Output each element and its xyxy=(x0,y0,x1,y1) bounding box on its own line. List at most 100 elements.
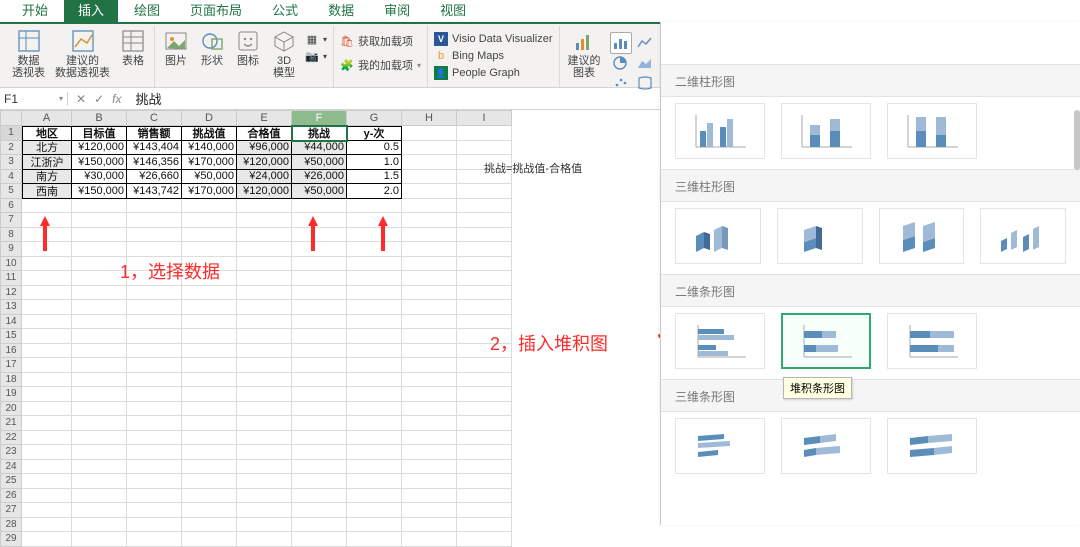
row-header[interactable]: 14 xyxy=(0,315,22,330)
cell[interactable] xyxy=(237,373,292,388)
cell[interactable] xyxy=(402,170,457,185)
cell[interactable] xyxy=(457,445,512,460)
column-chart-dropdown[interactable] xyxy=(610,32,632,54)
cell[interactable] xyxy=(402,358,457,373)
cell[interactable] xyxy=(72,373,127,388)
cell[interactable]: ¥120,000 xyxy=(237,184,292,199)
row-header[interactable]: 21 xyxy=(0,416,22,431)
chart-stacked-column[interactable] xyxy=(781,103,871,159)
chart-clustered-bar[interactable] xyxy=(675,313,765,369)
cell[interactable] xyxy=(347,213,402,228)
row-header[interactable]: 3 xyxy=(0,155,22,170)
tab-view[interactable]: 视图 xyxy=(426,0,480,22)
cell[interactable] xyxy=(347,358,402,373)
cell[interactable] xyxy=(237,431,292,446)
cell[interactable] xyxy=(127,460,182,475)
cell[interactable] xyxy=(402,329,457,344)
cell[interactable] xyxy=(72,474,127,489)
cell[interactable] xyxy=(292,460,347,475)
cell[interactable] xyxy=(237,199,292,214)
cell[interactable] xyxy=(292,431,347,446)
cell[interactable] xyxy=(292,300,347,315)
column-header[interactable]: H xyxy=(402,110,457,126)
cell[interactable]: ¥170,000 xyxy=(182,155,237,170)
cell[interactable] xyxy=(237,532,292,547)
cell[interactable] xyxy=(457,532,512,547)
cell[interactable] xyxy=(347,257,402,272)
cell[interactable]: 1.5 xyxy=(347,170,402,185)
row-header[interactable]: 23 xyxy=(0,445,22,460)
cell[interactable] xyxy=(182,489,237,504)
cell[interactable] xyxy=(347,460,402,475)
cell[interactable]: ¥143,742 xyxy=(127,184,182,199)
cell[interactable] xyxy=(237,460,292,475)
confirm-formula-icon[interactable]: ✓ xyxy=(94,92,104,106)
visio-addin[interactable]: V Visio Data Visualizer xyxy=(434,31,552,47)
cell[interactable] xyxy=(457,271,512,286)
cell[interactable]: 2.0 xyxy=(347,184,402,199)
cell[interactable] xyxy=(127,431,182,446)
chart-3d-clustered-column[interactable] xyxy=(675,208,761,264)
cell[interactable] xyxy=(182,228,237,243)
cell[interactable] xyxy=(72,431,127,446)
row-header[interactable]: 18 xyxy=(0,373,22,388)
cell[interactable]: ¥140,000 xyxy=(182,141,237,156)
cell[interactable] xyxy=(457,387,512,402)
cell[interactable] xyxy=(22,532,72,547)
cell[interactable] xyxy=(457,184,512,199)
chart-3d-clustered-bar[interactable] xyxy=(675,418,765,474)
cell[interactable] xyxy=(347,373,402,388)
cell[interactable] xyxy=(292,489,347,504)
cell[interactable] xyxy=(127,213,182,228)
cell[interactable] xyxy=(237,416,292,431)
cell[interactable] xyxy=(402,315,457,330)
row-header[interactable]: 25 xyxy=(0,474,22,489)
select-all-corner[interactable] xyxy=(0,110,22,126)
tab-insert[interactable]: 插入 xyxy=(64,0,118,22)
row-header[interactable]: 7 xyxy=(0,213,22,228)
cell[interactable] xyxy=(22,358,72,373)
cell[interactable] xyxy=(457,489,512,504)
chart-100-stacked-column[interactable] xyxy=(887,103,977,159)
cell[interactable] xyxy=(182,242,237,257)
cell[interactable] xyxy=(72,286,127,301)
cell[interactable] xyxy=(457,460,512,475)
cell[interactable] xyxy=(347,416,402,431)
cell[interactable]: ¥150,000 xyxy=(72,184,127,199)
chart-3d-100-stacked-bar[interactable] xyxy=(887,418,977,474)
cell[interactable] xyxy=(72,315,127,330)
line-chart-dropdown[interactable] xyxy=(634,32,656,54)
cell[interactable] xyxy=(72,503,127,518)
chart-3d-column[interactable] xyxy=(980,208,1066,264)
cell[interactable] xyxy=(127,315,182,330)
row-header[interactable]: 11 xyxy=(0,271,22,286)
cell[interactable] xyxy=(457,416,512,431)
cell[interactable] xyxy=(347,431,402,446)
cell[interactable]: ¥170,000 xyxy=(182,184,237,199)
cell[interactable] xyxy=(72,300,127,315)
cell[interactable] xyxy=(347,300,402,315)
cell[interactable] xyxy=(457,199,512,214)
cell[interactable] xyxy=(292,286,347,301)
chart-3d-stacked-bar[interactable] xyxy=(781,418,871,474)
cell[interactable] xyxy=(182,257,237,272)
cell[interactable] xyxy=(237,271,292,286)
cell[interactable] xyxy=(347,228,402,243)
cell[interactable] xyxy=(182,416,237,431)
cell[interactable] xyxy=(127,242,182,257)
row-header[interactable]: 4 xyxy=(0,170,22,185)
cell[interactable] xyxy=(72,199,127,214)
cell[interactable] xyxy=(127,474,182,489)
cell[interactable] xyxy=(182,213,237,228)
cell[interactable] xyxy=(127,489,182,504)
cell[interactable] xyxy=(292,474,347,489)
cell[interactable]: ¥44,000 xyxy=(292,141,347,156)
cell[interactable] xyxy=(237,242,292,257)
cell[interactable] xyxy=(22,315,72,330)
get-addins-button[interactable]: 🛍 获取加载项 xyxy=(340,34,421,50)
cell[interactable] xyxy=(127,300,182,315)
cell[interactable] xyxy=(22,402,72,417)
cell[interactable] xyxy=(347,489,402,504)
cell[interactable] xyxy=(127,358,182,373)
cell[interactable] xyxy=(127,387,182,402)
